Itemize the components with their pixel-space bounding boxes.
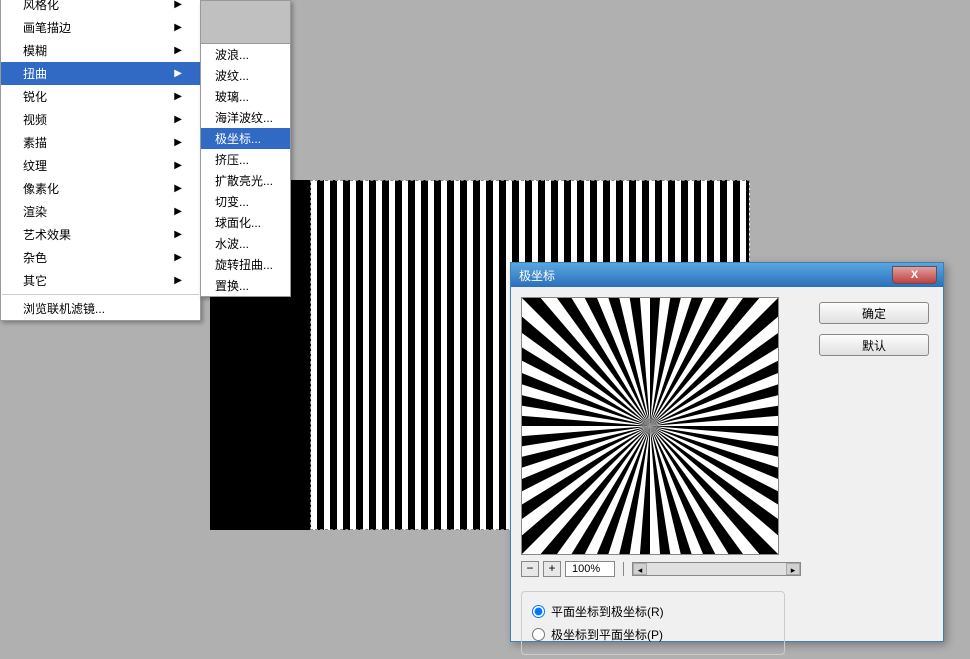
filter-menu: 风格化 ▶ 画笔描边 ▶ 模糊 ▶ 扭曲 ▶ 锐化 ▶ 视频 ▶ 素描 ▶ 纹理… [0,0,201,321]
label: 玻璃... [215,90,249,104]
zoom-value: 100% [565,561,615,577]
menu-item-texture[interactable]: 纹理 ▶ [1,154,200,177]
zoom-controls: − + 100% ◂ ▸ [521,561,801,577]
minus-icon: − [526,561,533,575]
chevron-right-icon: ▶ [174,183,182,194]
submenu-shear[interactable]: 切变... [201,191,290,212]
scroll-right-icon[interactable]: ▸ [786,563,800,575]
label: 挤压... [215,153,249,167]
label: 波纹... [215,69,249,83]
submenu-wave[interactable]: 波浪... [201,44,290,65]
menu-item-video[interactable]: 视频 ▶ [1,108,200,131]
label: 像素化 [23,180,59,197]
label: 浏览联机滤镜... [23,300,105,317]
menu-item-other[interactable]: 其它 ▶ [1,269,200,292]
option-group: 平面坐标到极坐标(R) 极坐标到平面坐标(P) [521,591,785,655]
chevron-right-icon: ▶ [174,22,182,33]
label: 海洋波纹... [215,111,273,125]
menu-separator [2,294,199,295]
chevron-right-icon: ▶ [174,252,182,263]
label: 素描 [23,134,47,151]
dialog-title: 极坐标 [519,267,555,284]
close-button[interactable]: X [892,266,937,284]
chevron-right-icon: ▶ [174,68,182,79]
close-icon: X [911,269,918,281]
submenu-polar[interactable]: 极坐标... [201,128,290,149]
chevron-right-icon: ▶ [174,91,182,102]
separator [623,562,624,576]
chevron-right-icon: ▶ [174,0,182,10]
polar-dialog: 极坐标 X − + 100% ◂ ▸ [510,262,944,642]
submenu-pinch[interactable]: 挤压... [201,149,290,170]
submenu-diffuseglow[interactable]: 扩散亮光... [201,170,290,191]
dialog-left: − + 100% ◂ ▸ 平面坐标到极坐标(R) 极坐标到平面坐标(P) [521,297,801,633]
plus-icon: + [548,561,555,575]
distort-submenu: 波浪... 波纹... 玻璃... 海洋波纹... 极坐标... 挤压... 扩… [200,0,291,297]
label: 极坐标... [215,132,261,146]
menu-item-blur[interactable]: 模糊 ▶ [1,39,200,62]
menu-item-distort[interactable]: 扭曲 ▶ [1,62,200,85]
menu-item-render[interactable]: 渲染 ▶ [1,200,200,223]
dialog-body: − + 100% ◂ ▸ 平面坐标到极坐标(R) 极坐标到平面坐标(P) [511,287,943,641]
label: 渲染 [23,203,47,220]
radio-input[interactable] [532,605,545,618]
menu-item-browse-online[interactable]: 浏览联机滤镜... [1,297,200,320]
label: 扭曲 [23,65,47,82]
chevron-right-icon: ▶ [174,229,182,240]
submenu-zigzag[interactable]: 水波... [201,233,290,254]
menu-item-pixelate[interactable]: 像素化 ▶ [1,177,200,200]
dialog-right: 确定 默认 [801,297,929,633]
radio-rect-to-polar[interactable]: 平面坐标到极坐标(R) [532,600,774,623]
label: 艺术效果 [23,226,71,243]
menu-item-sketch[interactable]: 素描 ▶ [1,131,200,154]
submenu-twirl[interactable]: 旋转扭曲... [201,254,290,275]
chevron-right-icon: ▶ [174,45,182,56]
radio-label: 极坐标到平面坐标(P) [551,626,663,643]
menu-item-sharpen[interactable]: 锐化 ▶ [1,85,200,108]
sunburst-preview [522,298,778,554]
label: 水波... [215,237,249,251]
chevron-right-icon: ▶ [174,160,182,171]
ok-button[interactable]: 确定 [819,302,929,324]
radio-input[interactable] [532,628,545,641]
label: 波浪... [215,48,249,62]
preview-box[interactable] [521,297,779,555]
zoom-scrollbar[interactable]: ◂ ▸ [632,562,801,576]
chevron-right-icon: ▶ [174,114,182,125]
submenu-gap [201,1,290,44]
label: 模糊 [23,42,47,59]
label: 旋转扭曲... [215,258,273,272]
label: 球面化... [215,216,261,230]
submenu-oceanripple[interactable]: 海洋波纹... [201,107,290,128]
submenu-displace[interactable]: 置换... [201,275,290,296]
menu-item-brushstrokes[interactable]: 画笔描边 ▶ [1,16,200,39]
label: 扩散亮光... [215,174,273,188]
label: 锐化 [23,88,47,105]
zoom-out-button[interactable]: − [521,561,539,577]
label: 视频 [23,111,47,128]
label: 切变... [215,195,249,209]
radio-label: 平面坐标到极坐标(R) [551,603,664,620]
chevron-right-icon: ▶ [174,275,182,286]
menu-item-stylize[interactable]: 风格化 ▶ [1,0,200,16]
submenu-glass[interactable]: 玻璃... [201,86,290,107]
scroll-left-icon[interactable]: ◂ [633,563,647,575]
zoom-in-button[interactable]: + [543,561,561,577]
default-button[interactable]: 默认 [819,334,929,356]
label: 杂色 [23,249,47,266]
label: 风格化 [23,0,59,13]
label: 纹理 [23,157,47,174]
dialog-titlebar[interactable]: 极坐标 X [511,263,943,287]
menu-item-artistic[interactable]: 艺术效果 ▶ [1,223,200,246]
submenu-ripple[interactable]: 波纹... [201,65,290,86]
chevron-right-icon: ▶ [174,206,182,217]
chevron-right-icon: ▶ [174,137,182,148]
radio-polar-to-rect[interactable]: 极坐标到平面坐标(P) [532,623,774,646]
label: 其它 [23,272,47,289]
menu-item-noise[interactable]: 杂色 ▶ [1,246,200,269]
submenu-spherize[interactable]: 球面化... [201,212,290,233]
label: 置换... [215,279,249,293]
label: 画笔描边 [23,19,71,36]
